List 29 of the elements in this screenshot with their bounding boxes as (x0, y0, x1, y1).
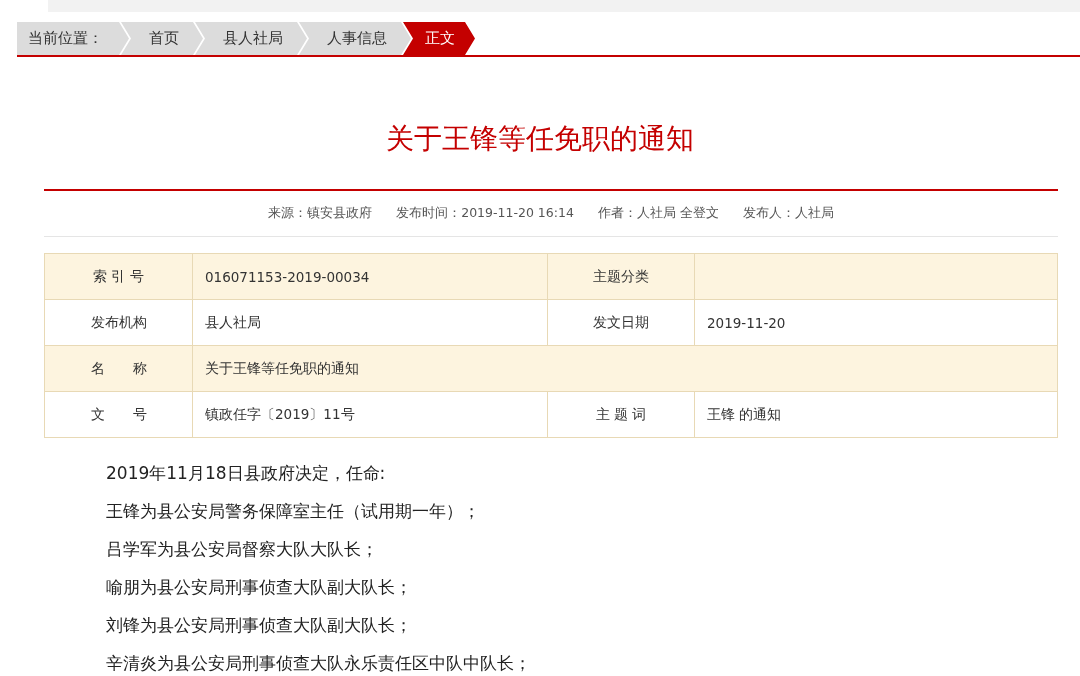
table-cell: 主题分类 (547, 253, 695, 300)
paragraph: 喻朋为县公安局刑事侦查大队副大队长； (106, 576, 413, 599)
paragraph: 辛清炎为县公安局刑事侦查大队永乐责任区中队中队长； (106, 652, 532, 675)
paragraph: 吕学军为县公安局督察大队大队长； (106, 538, 379, 561)
paragraph: 2019年11月18日县政府决定，任命: (106, 462, 387, 485)
table-cell: 发布机构 (44, 299, 193, 346)
meta-info: 来源：镇安县政府 (268, 205, 373, 222)
table-cell: 名 称 (44, 345, 193, 392)
table-cell: 主 题 词 (547, 391, 695, 438)
table-cell: 016071153-2019-00034 (192, 253, 548, 300)
table-cell: 关于王锋等任免职的通知 (192, 345, 1058, 392)
table-cell: 索 引 号 (44, 253, 193, 300)
meta-info: 发布人：人社局 (742, 205, 834, 222)
table-cell: 发文日期 (547, 299, 695, 346)
table-cell: 镇政任字〔2019〕11号 (192, 391, 548, 438)
table-cell: 县人社局 (192, 299, 548, 346)
paragraph: 刘锋为县公安局刑事侦查大队副大队长； (106, 614, 413, 637)
article-title: 关于王锋等任免职的通知 (385, 121, 695, 157)
breadcrumb-link[interactable]: 首页 (121, 22, 203, 55)
table-cell: 2019-11-20 (694, 299, 1058, 346)
table-cell: 王锋 的通知 (694, 391, 1058, 438)
paragraph: 王锋为县公安局警务保障室主任（试用期一年）； (106, 500, 481, 523)
meta-info: 发布时间：2019-11-20 16:14 (396, 205, 574, 222)
breadcrumb-link[interactable]: 正文 (403, 22, 475, 55)
breadcrumb-label: 当前位置： (17, 22, 129, 55)
breadcrumb-link[interactable]: 人事信息 (299, 22, 411, 55)
table-cell: 文 号 (44, 391, 193, 438)
breadcrumb-link[interactable]: 县人社局 (195, 22, 307, 55)
meta-info: 作者：人社局 全登文 (597, 205, 719, 222)
